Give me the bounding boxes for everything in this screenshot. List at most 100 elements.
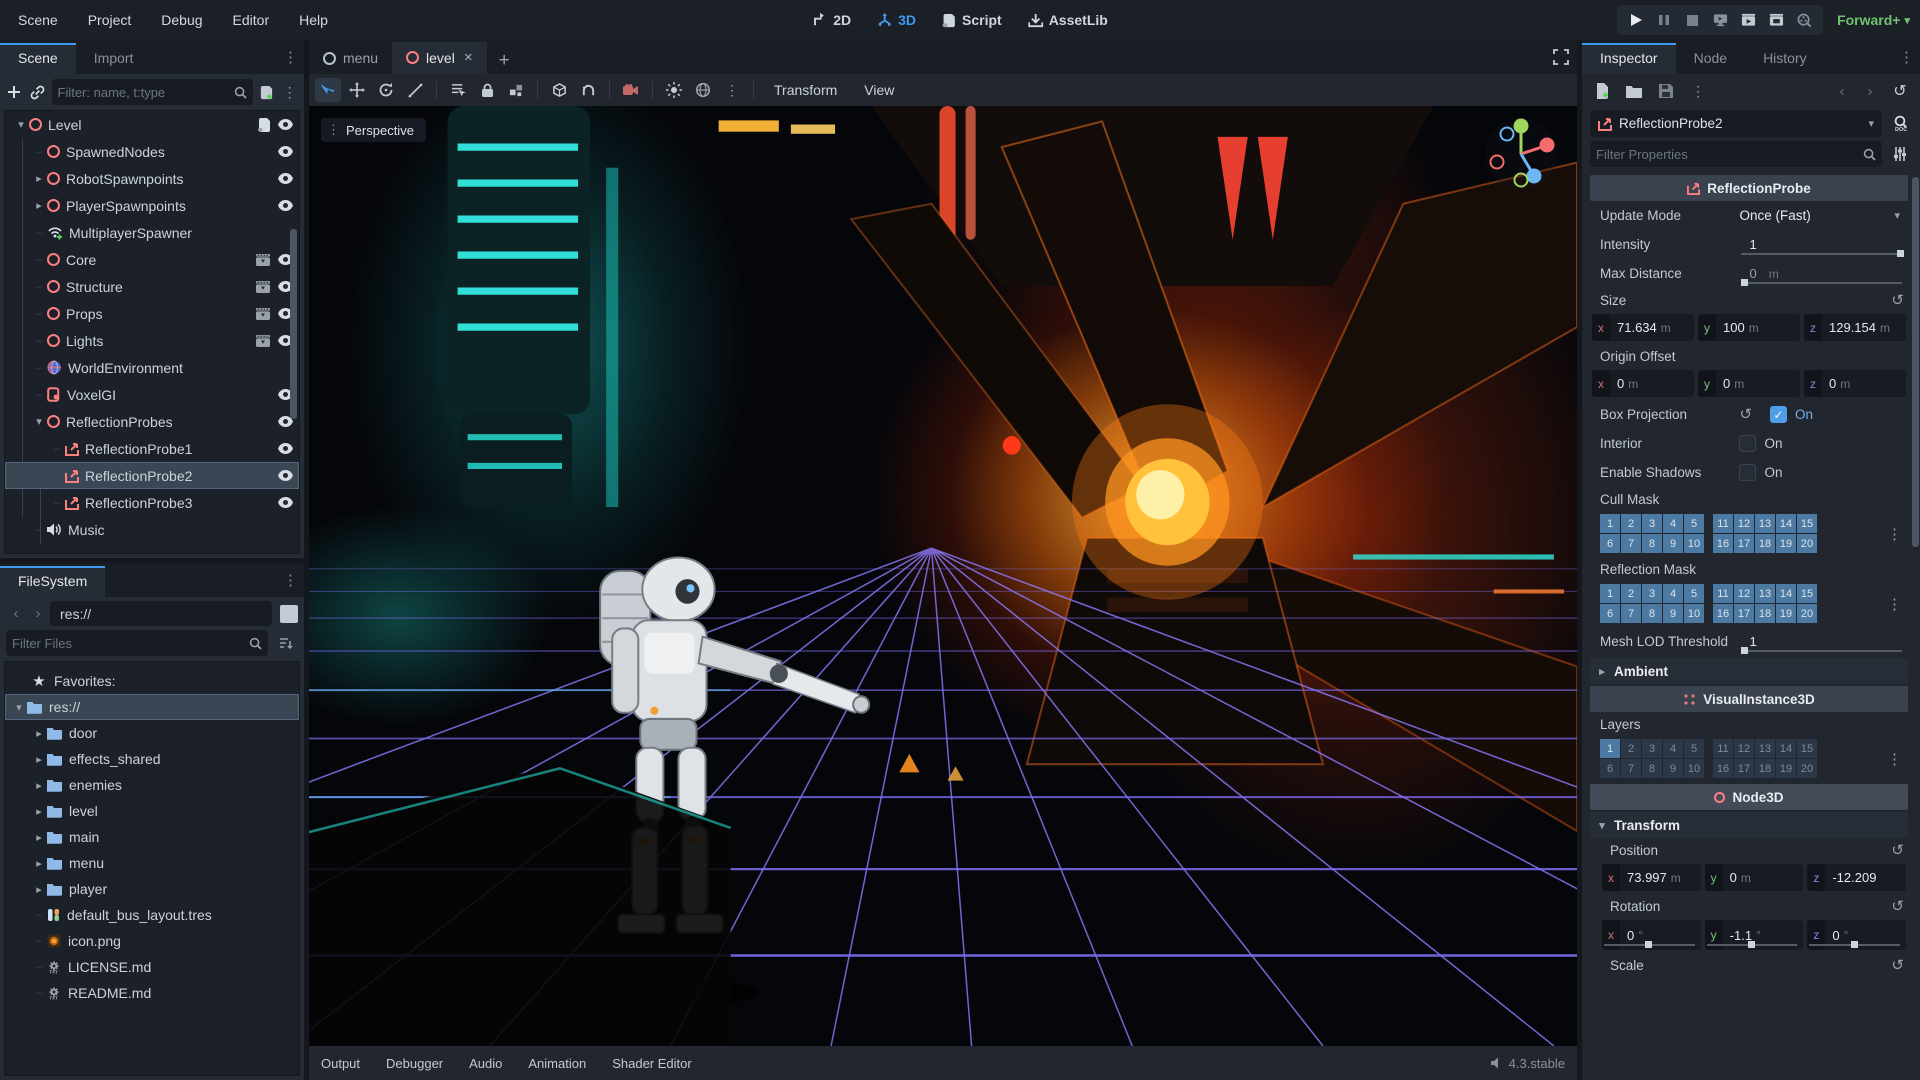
mask-bit-9[interactable]: 9 — [1663, 604, 1683, 623]
scene-tree-scrollbar[interactable] — [290, 229, 297, 419]
more-icon[interactable]: ⋮ — [1887, 525, 1902, 543]
mask-bit-19[interactable]: 19 — [1776, 759, 1796, 778]
more-icon[interactable]: ⋮ — [281, 80, 298, 104]
interior-checkbox[interactable] — [1739, 435, 1757, 452]
mask-bit-10[interactable]: 10 — [1684, 534, 1704, 553]
filesystem-filter-input[interactable] — [12, 635, 249, 651]
more-icon[interactable]: ⋮ — [1899, 48, 1914, 66]
intensity-slider[interactable]: 1 — [1739, 230, 1908, 259]
3d-viewport[interactable]: ⋮ Perspective — [309, 106, 1577, 1046]
more-icon[interactable]: ⋮ — [283, 571, 298, 589]
more-icon[interactable]: ⋮ — [1887, 750, 1902, 768]
origin-x-field[interactable]: x0m — [1592, 370, 1694, 397]
expand-arrow-icon[interactable]: ▸ — [31, 199, 47, 212]
mask-bit-10[interactable]: 10 — [1684, 759, 1704, 778]
mask-bit-4[interactable]: 4 — [1663, 514, 1683, 533]
eye-badge[interactable] — [278, 200, 293, 211]
expand-arrow-icon[interactable]: ▸ — [31, 857, 47, 870]
property-filter-input[interactable] — [1596, 146, 1863, 162]
position-y-field[interactable]: y0m — [1704, 864, 1804, 891]
play-scene-button[interactable] — [1735, 7, 1761, 33]
tree-row-robotspawnpoints[interactable]: ▸ RobotSpawnpoints — [5, 165, 299, 192]
history-forward-icon[interactable]: › — [1860, 83, 1880, 100]
path-bar[interactable]: res:// — [50, 601, 272, 626]
eye-badge[interactable] — [278, 173, 293, 184]
stop-button[interactable] — [1679, 7, 1705, 33]
mask-bit-18[interactable]: 18 — [1755, 534, 1775, 553]
expand-arrow-icon[interactable]: ▸ — [31, 172, 47, 185]
tab-history[interactable]: History — [1745, 43, 1825, 74]
collapse-arrow-icon[interactable]: ▾ — [31, 415, 47, 428]
list-select-button[interactable] — [445, 78, 471, 102]
mask-bit-1[interactable]: 1 — [1600, 584, 1620, 603]
mask-bit-12[interactable]: 12 — [1734, 584, 1754, 603]
tree-row-reflectionprobe3[interactable]: – ReflectionProbe3 — [5, 489, 299, 516]
close-icon[interactable]: × — [464, 49, 473, 66]
mask-bit-5[interactable]: 5 — [1684, 584, 1704, 603]
fs-row-default-bus-layout-tres[interactable]: – default_bus_layout.tres — [5, 902, 299, 928]
mask-bit-5[interactable]: 5 — [1684, 514, 1704, 533]
reset-icon[interactable]: ↺ — [1891, 899, 1904, 914]
scene-tab-menu[interactable]: menu — [309, 43, 392, 74]
forward-icon[interactable]: › — [28, 605, 48, 622]
menu-debug[interactable]: Debug — [161, 12, 202, 28]
tab-animation[interactable]: Animation — [528, 1056, 586, 1071]
new-resource-button[interactable] — [1590, 79, 1614, 103]
tab-output[interactable]: Output — [321, 1056, 360, 1071]
pause-button[interactable] — [1651, 7, 1677, 33]
tree-row-core[interactable]: – Core — [5, 246, 299, 273]
mask-bit-5[interactable]: 5 — [1684, 739, 1704, 758]
open-docs-icon[interactable]: DOC — [1888, 112, 1912, 136]
mask-bit-15[interactable]: 15 — [1797, 514, 1817, 533]
eye-badge[interactable] — [278, 470, 293, 481]
mask-bit-16[interactable]: 16 — [1713, 759, 1733, 778]
environment-settings-button[interactable] — [690, 78, 716, 102]
more-icon[interactable]: ⋮ — [1686, 79, 1710, 103]
origin-z-field[interactable]: z0m — [1804, 370, 1906, 397]
remote-debug-button[interactable] — [1707, 7, 1733, 33]
tab-shader-editor[interactable]: Shader Editor — [612, 1056, 692, 1071]
reset-icon[interactable]: ↺ — [1739, 407, 1752, 422]
mask-bit-8[interactable]: 8 — [1642, 759, 1662, 778]
eye-badge[interactable] — [278, 497, 293, 508]
lock-button[interactable] — [474, 78, 500, 102]
mask-bit-10[interactable]: 10 — [1684, 604, 1704, 623]
inspector-scrollbar[interactable] — [1912, 177, 1919, 547]
mask-bit-14[interactable]: 14 — [1776, 584, 1796, 603]
tab-scene[interactable]: Scene — [0, 43, 76, 74]
mask-bit-3[interactable]: 3 — [1642, 739, 1662, 758]
mask-bit-18[interactable]: 18 — [1755, 604, 1775, 623]
menu-project[interactable]: Project — [88, 12, 132, 28]
mode-script-button[interactable]: Script — [942, 12, 1002, 28]
tree-row-spawnednodes[interactable]: – SpawnedNodes — [5, 138, 299, 165]
mask-bit-4[interactable]: 4 — [1663, 584, 1683, 603]
fs-row-main[interactable]: ▸ main — [5, 824, 299, 850]
section-transform[interactable]: ▾ Transform — [1590, 812, 1908, 838]
extra-settings-icon[interactable] — [1888, 142, 1912, 166]
save-button[interactable] — [1654, 79, 1678, 103]
mask-bit-11[interactable]: 11 — [1713, 514, 1733, 533]
view-axis-gizmo[interactable] — [1483, 116, 1559, 192]
scene-tree[interactable]: ▾ Level – SpawnedNodes ▸ RobotSpawnpoints ▸ Pla… — [4, 110, 300, 554]
tree-row-reflectionprobe1[interactable]: – ReflectionProbe1 — [5, 435, 299, 462]
camera-preview-button[interactable] — [618, 78, 644, 102]
transform-menu[interactable]: Transform — [762, 82, 849, 98]
mask-bit-4[interactable]: 4 — [1663, 739, 1683, 758]
back-icon[interactable]: ‹ — [6, 605, 26, 622]
new-scene-tab-button[interactable]: + — [487, 48, 522, 74]
mask-bit-8[interactable]: 8 — [1642, 534, 1662, 553]
more-icon[interactable]: ⋮ — [1887, 595, 1902, 613]
mask-bit-13[interactable]: 13 — [1755, 584, 1775, 603]
mask-bit-9[interactable]: 9 — [1663, 534, 1683, 553]
mask-bit-11[interactable]: 11 — [1713, 739, 1733, 758]
mask-bit-16[interactable]: 16 — [1713, 604, 1733, 623]
mask-bit-15[interactable]: 15 — [1797, 584, 1817, 603]
fs-row-icon-png[interactable]: – icon.png — [5, 928, 299, 954]
ik-button[interactable] — [575, 78, 601, 102]
mask-bit-14[interactable]: 14 — [1776, 514, 1796, 533]
select-tool-button[interactable] — [315, 78, 341, 102]
mask-bit-9[interactable]: 9 — [1663, 759, 1683, 778]
mask-bit-16[interactable]: 16 — [1713, 534, 1733, 553]
fs-row-enemies[interactable]: ▸ enemies — [5, 772, 299, 798]
eye-badge[interactable] — [278, 119, 293, 130]
